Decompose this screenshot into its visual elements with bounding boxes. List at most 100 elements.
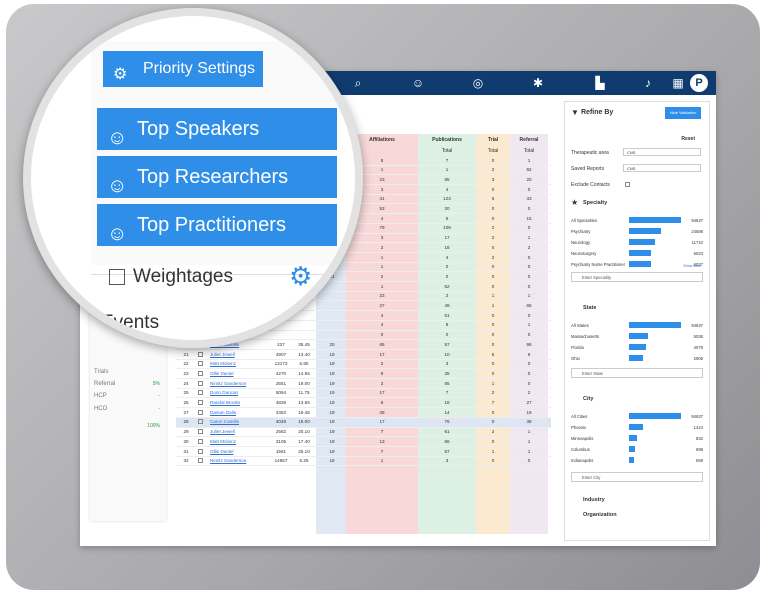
row-checkbox[interactable] [198, 458, 203, 464]
hcp-name-link[interactable]: Danian Dalis [210, 410, 236, 415]
table-row[interactable]: 31 Ollie Daniel 1561 25.10 19 7 87 1 1 [176, 447, 551, 457]
row-checkbox[interactable] [198, 429, 203, 435]
row-checkbox[interactable] [198, 438, 203, 444]
value-cell: 5 [491, 351, 495, 357]
hcp-name-link[interactable]: Matt Mckenz [210, 361, 236, 366]
value-cell: 8 [380, 370, 384, 376]
left-label-referral: Referral [94, 381, 116, 387]
hide-validation-button[interactable]: Hide Validation [665, 107, 701, 119]
grid-icon[interactable]: ▦ [670, 75, 686, 91]
exclude-checkbox[interactable] [625, 182, 630, 187]
table-row[interactable]: 28 Caron Camille 4049 15.00 19 17 76 0 38 [176, 417, 551, 428]
table-row[interactable]: 22 Matt Mckenz 13173 6.80 19 2 3 0 0 [176, 360, 551, 370]
table-row[interactable]: 25 Donn Dancan 6064 11.75 19 17 7 2 2 [176, 389, 551, 399]
table-row[interactable]: 30 Matt Mckenz 3105 17.40 19 13 86 0 1 [176, 437, 551, 447]
target-icon[interactable]: ◎ [470, 75, 486, 91]
city-row[interactable]: Columbus 698 [571, 445, 703, 454]
value-cell: 35 [444, 370, 450, 376]
city-search[interactable]: Enter City [571, 472, 703, 482]
specialty-search[interactable]: Enter Speciality [571, 272, 703, 282]
row-checkbox[interactable] [198, 361, 203, 367]
magnifier-lens: ⚙ Priority Settings ☺ Top Speakers ☺ Top… [23, 8, 363, 348]
value-cell: 3 [380, 186, 384, 192]
city-row[interactable]: Phoenix 1424 [571, 423, 703, 432]
state-count: 5036 [693, 334, 703, 339]
city-label: All Cities [571, 414, 588, 419]
city-row[interactable]: Indianapolis 559 [571, 456, 703, 465]
specialty-row[interactable]: All Specialties 94637 [571, 216, 703, 225]
table-row[interactable]: 23 Ollie Daniel 4270 14.55 19 8 35 0 0 [176, 369, 551, 380]
specialty-row[interactable]: Neurology 11710 [571, 238, 703, 247]
city-row[interactable]: All Cities 94637 [571, 412, 703, 421]
doctor-icon[interactable]: ☺ [410, 75, 426, 91]
value-cell: 53 [379, 206, 385, 211]
organization-header[interactable]: Organization [583, 512, 715, 518]
specialty-header[interactable]: Specialty [583, 200, 715, 206]
state-row[interactable]: All States 94637 [571, 321, 703, 330]
reset-button[interactable]: Reset [681, 136, 695, 142]
state-search[interactable]: Enter State [571, 368, 703, 378]
value-cell: 23 [379, 293, 385, 299]
row-checkbox[interactable] [198, 380, 203, 386]
value-cell: 0 [491, 332, 495, 338]
hcp-name-link[interactable]: Nimitz Sanderson [210, 381, 246, 386]
rate-cell: 13.40 [298, 351, 310, 357]
table-row[interactable]: 32 Nimitz Sanderson 14657 6.25 18 1 3 0 0 [176, 457, 551, 467]
row-checkbox[interactable] [198, 409, 203, 415]
row-checkbox[interactable] [198, 419, 203, 425]
hcp-name-link[interactable]: Juliet Jewell [210, 352, 235, 357]
value-cell: 0 [491, 186, 495, 192]
specialty-row[interactable]: Neurosurgery 6023 [571, 249, 703, 258]
value-cell: 14 [444, 409, 450, 415]
row-checkbox[interactable] [198, 351, 203, 357]
table-row[interactable]: 26 Randal Brooks 4826 13.55 19 6 18 7 27 [176, 399, 551, 409]
calls-cell: 227 [277, 341, 285, 347]
table-row[interactable]: 27 Danian Dalis 3452 16.45 19 28 14 0 19 [176, 408, 551, 418]
hcp-name-link[interactable]: Juliet Jewell [210, 429, 235, 434]
top-speakers-button[interactable]: ☺ Top Speakers [97, 108, 337, 150]
hcp-name-link[interactable]: Matt Mckenz [210, 439, 236, 444]
network-icon[interactable]: ✱ [530, 75, 546, 91]
top-practitioners-button[interactable]: ☺ Top Practitioners [97, 204, 337, 246]
rank-cell: 21 [183, 351, 189, 357]
left-label-hcp: HCP [94, 393, 107, 399]
state-row[interactable]: Massachusetts 5036 [571, 332, 703, 341]
table-row[interactable]: 24 Nimitz Sanderson 2651 19.00 19 2 65 1 0 [176, 379, 551, 389]
state-row[interactable]: Florida 4079 [571, 343, 703, 352]
hcp-name-link[interactable]: Nimitz Sanderson [210, 458, 246, 463]
bell-icon[interactable]: ♪ [640, 75, 656, 91]
state-count: 94637 [691, 323, 703, 328]
specialty-row[interactable]: Psychiatry 24588 [571, 227, 703, 236]
analytics-icon[interactable]: ▙ [592, 75, 608, 91]
specialty-bar [629, 228, 662, 234]
hcp-name-link[interactable]: Randal Brooks [210, 400, 240, 405]
top-researchers-button[interactable]: ☺ Top Researchers [97, 156, 337, 198]
hcp-name-link[interactable]: Caron Camille [210, 419, 239, 424]
specialty-bar [629, 239, 655, 245]
industry-header[interactable]: Industry [583, 497, 715, 503]
state-header[interactable]: State [583, 305, 715, 311]
row-checkbox[interactable] [198, 448, 203, 454]
saved-reports-dropdown[interactable]: CNS [623, 164, 701, 172]
city-row[interactable]: Minneapolis 832 [571, 434, 703, 443]
row-checkbox[interactable] [198, 400, 203, 405]
priority-settings-button[interactable]: ⚙ Priority Settings [103, 51, 263, 87]
hcp-name-link[interactable]: Ollie Daniel [210, 449, 234, 454]
avatar[interactable]: P [690, 74, 708, 92]
row-checkbox[interactable] [198, 370, 203, 376]
gear-icon[interactable]: ⚙ [289, 263, 313, 289]
score-cell: 19 [329, 380, 335, 386]
table-row[interactable]: 29 Juliet Jewell 2582 20.10 19 7 61 2 1 [176, 428, 551, 438]
row-checkbox[interactable] [198, 390, 203, 396]
value-cell: 0 [380, 332, 384, 338]
table-row[interactable]: 21 Juliet Jewell 4907 13.40 19 17 10 5 9 [176, 350, 551, 360]
hcp-name-link[interactable]: Ollie Daniel [210, 371, 234, 376]
state-row[interactable]: Ohio 2906 [571, 354, 703, 363]
value-cell: 65 [444, 380, 450, 386]
show-more-link[interactable]: Show more [683, 264, 701, 268]
therapeutic-dropdown[interactable]: CNS [623, 148, 701, 156]
hcp-name-link[interactable]: Donn Dancan [210, 390, 238, 395]
value-cell: 2 [380, 244, 384, 250]
city-header[interactable]: City [583, 396, 715, 402]
weightages-checkbox[interactable] [109, 269, 125, 285]
